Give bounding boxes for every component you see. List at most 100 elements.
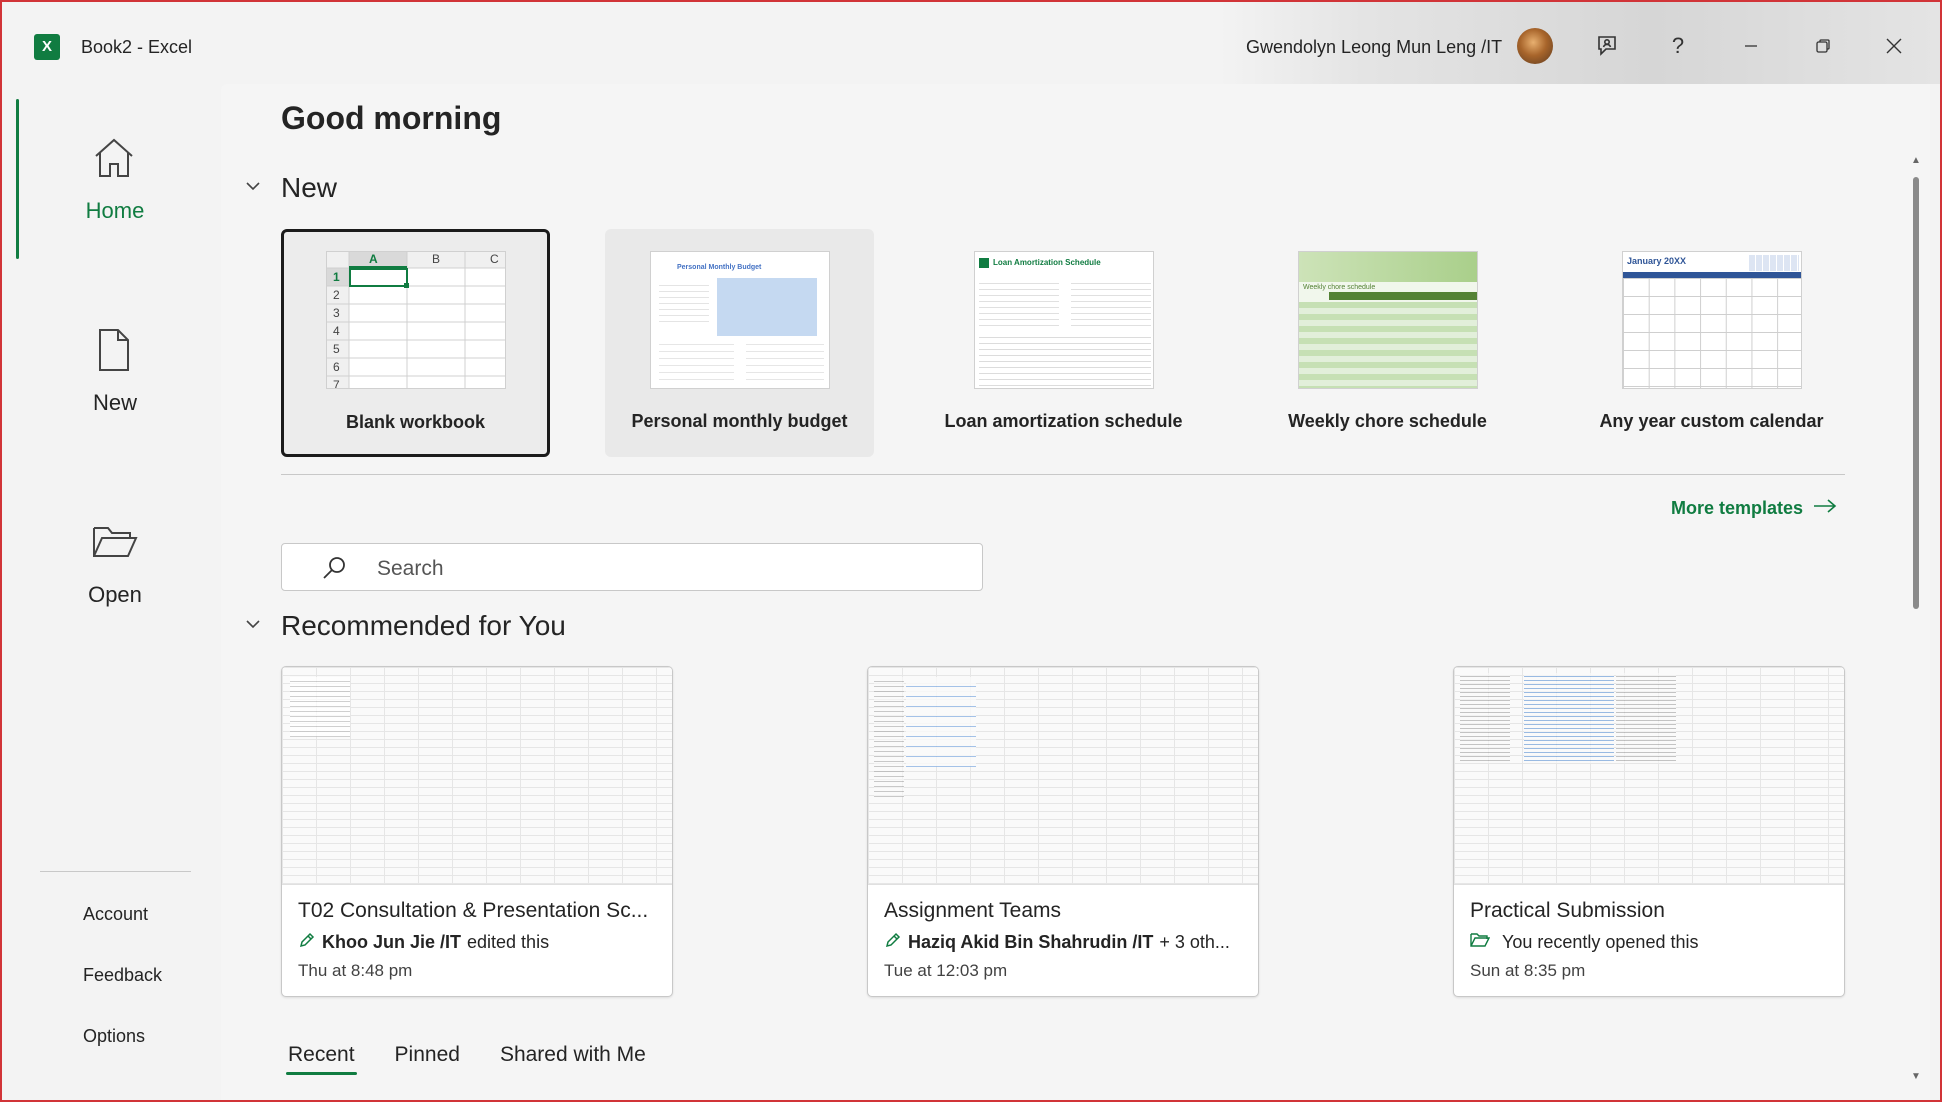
user-name[interactable]: Gwendolyn Leong Mun Leng /IT bbox=[1246, 37, 1502, 58]
budget-income-table bbox=[659, 338, 734, 386]
avatar[interactable] bbox=[1517, 28, 1553, 64]
column-header-a: A bbox=[369, 252, 378, 266]
template-blank-workbook[interactable]: A B C 1 2 3 4 5 6 7 Blank workbook bbox=[281, 229, 550, 457]
activity-text: + 3 oth... bbox=[1159, 932, 1230, 952]
thumbnail-links bbox=[906, 677, 976, 767]
file-timestamp: Tue at 12:03 pm bbox=[884, 961, 1008, 980]
file-timestamp: Sun at 8:35 pm bbox=[1470, 961, 1586, 980]
template-label: Personal monthly budget bbox=[631, 411, 848, 431]
budget-table bbox=[659, 280, 709, 326]
close-icon[interactable] bbox=[1874, 26, 1914, 66]
recommended-card[interactable]: Practical Submission You recently opened… bbox=[1453, 666, 1845, 997]
tab-pinned[interactable]: Pinned bbox=[395, 1043, 460, 1075]
recommended-section-header[interactable]: Recommended for You bbox=[245, 610, 566, 642]
scroll-down-icon[interactable]: ▼ bbox=[1910, 1071, 1922, 1082]
sidebar-link-feedback[interactable]: Feedback bbox=[83, 965, 162, 986]
file-activity: You recently opened this bbox=[1470, 931, 1835, 954]
row-header-7: 7 bbox=[333, 378, 340, 389]
section-title: Recommended for You bbox=[281, 610, 566, 641]
section-divider bbox=[281, 474, 1845, 475]
thumbnail-column bbox=[1460, 673, 1510, 763]
recommended-card[interactable]: Assignment Teams Haziq Akid Bin Shahrudi… bbox=[867, 666, 1259, 997]
section-title: New bbox=[281, 172, 338, 203]
search-input[interactable]: Search bbox=[281, 543, 983, 591]
window-title: Book2 - Excel bbox=[81, 37, 193, 57]
activity-text: edited this bbox=[467, 932, 550, 952]
mini-calendars bbox=[1749, 255, 1799, 271]
folder-open-icon bbox=[90, 518, 138, 566]
sidebar-item-open[interactable]: Open bbox=[0, 518, 218, 678]
budget-expense-table bbox=[746, 338, 824, 386]
more-templates-label: More templates bbox=[1671, 498, 1804, 518]
file-title: T02 Consultation & Presentation Sc... bbox=[298, 899, 649, 922]
row-header-2: 2 bbox=[333, 288, 340, 302]
tab-shared-with-me[interactable]: Shared with Me bbox=[500, 1043, 646, 1075]
sidebar-item-new[interactable]: New bbox=[0, 326, 218, 486]
loan-schedule-table bbox=[979, 332, 1151, 388]
thumbnail-title: Loan Amortization Schedule bbox=[993, 258, 1101, 267]
vertical-scrollbar[interactable]: ▲ ▼ bbox=[1910, 155, 1922, 1085]
row-header-3: 3 bbox=[333, 306, 340, 320]
file-activity: Khoo Jun Jie /IT edited this bbox=[298, 931, 663, 954]
new-file-icon bbox=[90, 326, 138, 374]
chevron-down-icon bbox=[245, 615, 281, 638]
file-title: Practical Submission bbox=[1470, 899, 1665, 922]
activity-actor: Khoo Jun Jie /IT bbox=[322, 932, 462, 952]
thumbnail-title: January 20XX bbox=[1627, 256, 1687, 266]
chore-banner bbox=[1299, 252, 1477, 282]
search-icon bbox=[320, 554, 348, 582]
template-personal-monthly-budget[interactable]: Personal Monthly Budget Personal monthly… bbox=[605, 229, 874, 457]
loan-summary-table bbox=[1071, 278, 1151, 326]
minimize-icon[interactable] bbox=[1731, 26, 1771, 66]
sidebar-link-account[interactable]: Account bbox=[83, 904, 148, 925]
file-timestamp: Thu at 8:48 pm bbox=[298, 961, 413, 980]
pencil-icon bbox=[298, 931, 316, 954]
row-header-5: 5 bbox=[333, 342, 340, 356]
thumbnail-title: Weekly chore schedule bbox=[1303, 284, 1376, 291]
blank-workbook-thumbnail: A B C 1 2 3 4 5 6 7 bbox=[326, 251, 506, 389]
thumbnail-table bbox=[290, 677, 350, 737]
row-header-1: 1 bbox=[333, 270, 340, 284]
budget-thumbnail: Personal Monthly Budget bbox=[650, 251, 830, 389]
home-icon bbox=[90, 134, 138, 182]
thumbnail-column bbox=[874, 677, 904, 797]
template-any-year-custom-calendar[interactable]: January 20XX Any year custom calendar bbox=[1577, 229, 1846, 457]
sidebar-item-label: Home bbox=[85, 198, 145, 223]
template-label: Weekly chore schedule bbox=[1288, 411, 1487, 431]
excel-icon: X bbox=[34, 34, 65, 60]
template-weekly-chore-schedule[interactable]: Weekly chore schedule Weekly chore sched… bbox=[1253, 229, 1522, 457]
file-thumbnail bbox=[282, 667, 672, 885]
sidebar-link-options[interactable]: Options bbox=[83, 1026, 145, 1047]
restore-icon[interactable] bbox=[1803, 26, 1843, 66]
scrollbar-thumb[interactable] bbox=[1913, 177, 1919, 609]
calendar-grid bbox=[1623, 278, 1801, 388]
file-list-tabs: Recent Pinned Shared with Me bbox=[286, 1043, 646, 1075]
feedback-icon[interactable] bbox=[1587, 26, 1627, 66]
scroll-up-icon[interactable]: ▲ bbox=[1910, 155, 1922, 166]
loan-values-table bbox=[979, 278, 1059, 326]
column-header-c: C bbox=[490, 252, 499, 266]
recommended-card[interactable]: T02 Consultation & Presentation Sc... Kh… bbox=[281, 666, 673, 997]
title-bar bbox=[2, 2, 1940, 84]
row-header-4: 4 bbox=[333, 324, 340, 338]
new-section-header[interactable]: New bbox=[245, 172, 337, 204]
template-loan-amortization-schedule[interactable]: Loan Amortization Schedule Loan amortiza… bbox=[929, 229, 1198, 457]
chevron-down-icon bbox=[245, 177, 281, 200]
chore-header-row bbox=[1329, 292, 1477, 300]
more-templates-link[interactable]: More templates bbox=[1671, 498, 1837, 519]
bank-icon bbox=[979, 258, 989, 268]
page-title: Good morning bbox=[281, 100, 502, 136]
search-placeholder: Search bbox=[377, 557, 444, 580]
tab-recent[interactable]: Recent bbox=[286, 1043, 357, 1075]
folder-open-icon bbox=[1470, 931, 1491, 954]
help-icon[interactable]: ? bbox=[1658, 26, 1698, 66]
calendar-thumbnail: January 20XX bbox=[1622, 251, 1802, 389]
sidebar-item-label: New bbox=[92, 390, 137, 415]
loan-thumbnail: Loan Amortization Schedule bbox=[974, 251, 1154, 389]
activity-text: You recently opened this bbox=[1502, 932, 1699, 952]
budget-summary-block bbox=[717, 278, 817, 336]
row-header-6: 6 bbox=[333, 360, 340, 374]
file-thumbnail bbox=[1454, 667, 1844, 885]
sidebar-item-home[interactable]: Home bbox=[0, 134, 218, 294]
thumbnail-column bbox=[1616, 673, 1676, 763]
